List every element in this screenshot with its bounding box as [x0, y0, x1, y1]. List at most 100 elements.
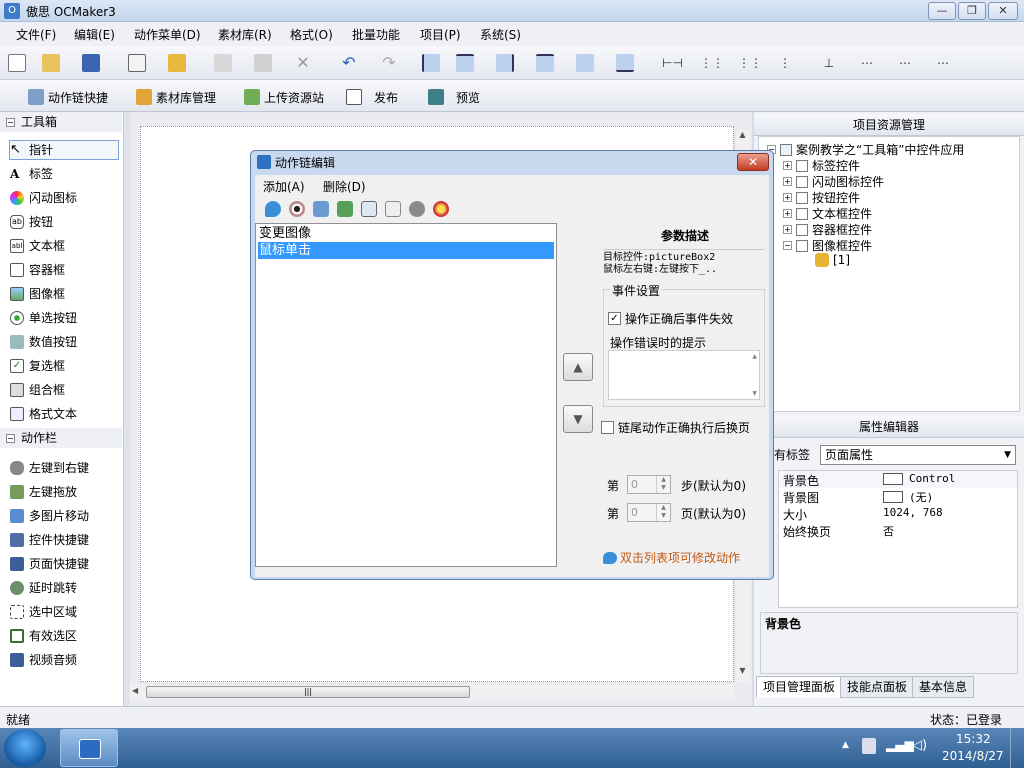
- close-button[interactable]: ✕: [988, 2, 1018, 20]
- tool-checkbox[interactable]: ✓ 复选框: [10, 356, 120, 376]
- spinner-arrows-icon[interactable]: ▲ ▼: [656, 476, 670, 493]
- tree-node[interactable]: + 按钮控件: [783, 189, 860, 206]
- menu-add[interactable]: 添加(A): [263, 178, 305, 195]
- dialog-close-button[interactable]: ✕: [737, 153, 769, 171]
- action-multi-image-move[interactable]: 多图片移动: [10, 506, 120, 526]
- tool-button[interactable]: ab 按钮: [10, 212, 120, 232]
- scroll-down-icon[interactable]: ▼: [736, 666, 749, 682]
- scroll-thumb[interactable]: |||: [146, 686, 470, 698]
- action-chain-button[interactable]: 动作链快捷: [28, 87, 108, 107]
- tool-image[interactable]: 图像框: [10, 284, 120, 304]
- start-button[interactable]: [4, 729, 46, 767]
- menu-edit[interactable]: 编辑(E): [74, 26, 115, 43]
- step-spinner[interactable]: 0 ▲ ▼: [627, 475, 671, 494]
- tag-select[interactable]: 页面属性 ▼: [820, 445, 1016, 465]
- page-spinner[interactable]: 0 ▲ ▼: [627, 503, 671, 522]
- tree-leaf[interactable]: [1]: [815, 253, 850, 267]
- minimize-button[interactable]: —: [928, 2, 956, 20]
- scroll-down-icon[interactable]: ▼: [752, 390, 757, 397]
- v-space-remove-icon[interactable]: ⋯: [934, 54, 952, 72]
- undo-icon[interactable]: ↶: [340, 54, 358, 72]
- upload-button[interactable]: 上传资源站: [244, 87, 324, 107]
- tool-label[interactable]: A 标签: [10, 164, 120, 184]
- save-icon[interactable]: [82, 54, 100, 72]
- menu-format[interactable]: 格式(O): [290, 26, 333, 43]
- align-bottom-icon[interactable]: [616, 54, 634, 72]
- speech-bubble-icon[interactable]: [265, 201, 281, 217]
- tool-combobox[interactable]: 组合框: [10, 380, 120, 400]
- publish-button[interactable]: 发布: [346, 87, 398, 107]
- chain-page-checkbox[interactable]: 链尾动作正确执行后换页: [601, 419, 750, 436]
- v-space-icon[interactable]: ⋯: [858, 54, 876, 72]
- scroll-up-icon[interactable]: ▲: [736, 130, 749, 146]
- list-item[interactable]: 鼠标单击: [258, 242, 554, 259]
- tray-network-icon[interactable]: ▂▄▆: [886, 738, 914, 752]
- h-space-icon[interactable]: ⋮⋮: [700, 54, 724, 72]
- tab-project-manage[interactable]: 项目管理面板: [756, 676, 843, 698]
- align-left-icon[interactable]: [422, 54, 440, 72]
- wizard-icon[interactable]: [168, 54, 186, 72]
- mouse-icon[interactable]: [409, 201, 425, 217]
- property-row[interactable]: 始终换页否: [779, 522, 1017, 539]
- tool-pointer[interactable]: ↖ 指针: [9, 140, 119, 160]
- align-middle-icon[interactable]: [576, 54, 594, 72]
- event-disable-checkbox[interactable]: ✓ 操作正确后事件失效: [608, 310, 733, 327]
- tree-node[interactable]: + 容器框控件: [783, 221, 872, 238]
- clock-time[interactable]: 15:32: [956, 732, 991, 746]
- property-row[interactable]: 背景色 Control: [779, 471, 1017, 488]
- eye-icon[interactable]: [289, 201, 305, 217]
- new-file-icon[interactable]: [8, 54, 26, 72]
- tray-device-icon[interactable]: [862, 738, 876, 754]
- action-control-shortcut[interactable]: 控件快捷键: [10, 530, 120, 550]
- delete-icon[interactable]: ✕: [294, 54, 312, 72]
- h-space-remove-icon[interactable]: ⋮: [776, 54, 794, 72]
- action-select-region[interactable]: 选中区域: [10, 602, 120, 622]
- tool-radio[interactable]: 单选按钮: [10, 308, 120, 328]
- page-icon[interactable]: [128, 54, 146, 72]
- tool-textbox[interactable]: abl 文本框: [10, 236, 120, 256]
- scroll-up-icon[interactable]: ▲: [752, 353, 757, 360]
- action-delay-jump[interactable]: 延时跳转: [10, 578, 120, 598]
- action-page-shortcut[interactable]: 页面快捷键: [10, 554, 120, 574]
- actionbar-header[interactable]: − 动作栏: [0, 428, 122, 448]
- move-up-button[interactable]: ▲: [563, 353, 593, 381]
- show-desktop-button[interactable]: [1010, 728, 1024, 768]
- tool-numeric[interactable]: 数值按钮: [10, 332, 120, 352]
- same-height-icon[interactable]: ⊥: [820, 54, 838, 72]
- menu-batch[interactable]: 批量功能: [352, 26, 400, 43]
- paste-icon[interactable]: [254, 54, 272, 72]
- tab-skill-points[interactable]: 技能点面板: [840, 676, 915, 698]
- spinner-arrows-icon[interactable]: ▲ ▼: [656, 504, 670, 521]
- menu-delete[interactable]: 删除(D): [323, 178, 366, 195]
- tree-node[interactable]: + 文本框控件: [783, 205, 872, 222]
- tool-flash-icon[interactable]: 闪动图标: [10, 188, 120, 208]
- menu-action[interactable]: 动作菜单(D): [134, 26, 201, 43]
- copy-icon[interactable]: [214, 54, 232, 72]
- taskbar-app-button[interactable]: [60, 729, 118, 767]
- horizontal-scrollbar[interactable]: ◀ |||: [130, 684, 734, 700]
- action-left-to-right[interactable]: 左键到右键: [10, 458, 120, 478]
- tray-volume-icon[interactable]: ◁): [912, 738, 927, 753]
- property-row[interactable]: 背景图 (无): [779, 488, 1017, 505]
- h-space-equal-icon[interactable]: ⋮⋮: [738, 54, 762, 72]
- pointer-move-icon[interactable]: [313, 201, 329, 217]
- property-row[interactable]: 大小 1024, 768: [779, 505, 1017, 522]
- same-width-icon[interactable]: ⊢⊣: [662, 54, 683, 72]
- menu-project[interactable]: 项目(P): [420, 26, 461, 43]
- menu-system[interactable]: 系统(S): [480, 26, 521, 43]
- open-folder-icon[interactable]: [42, 54, 60, 72]
- redo-icon[interactable]: ↷: [380, 54, 398, 72]
- align-right-icon[interactable]: [496, 54, 514, 72]
- keyboard-icon[interactable]: [385, 201, 401, 217]
- timer-icon[interactable]: [433, 201, 449, 217]
- library-manage-button[interactable]: 素材库管理: [136, 87, 216, 107]
- list-item[interactable]: 变更图像: [258, 225, 554, 242]
- move-down-button[interactable]: ▼: [563, 405, 593, 433]
- tray-expand-icon[interactable]: ▲: [842, 740, 849, 750]
- menu-file[interactable]: 文件(F): [16, 26, 56, 43]
- action-valid-region[interactable]: 有效选区: [10, 626, 120, 646]
- tree-root[interactable]: − 案例教学之“工具箱”中控件应用: [767, 141, 964, 158]
- tool-richtext[interactable]: 格式文本: [10, 404, 120, 424]
- align-top-icon[interactable]: [536, 54, 554, 72]
- toolbox-header[interactable]: − 工具箱: [0, 112, 122, 132]
